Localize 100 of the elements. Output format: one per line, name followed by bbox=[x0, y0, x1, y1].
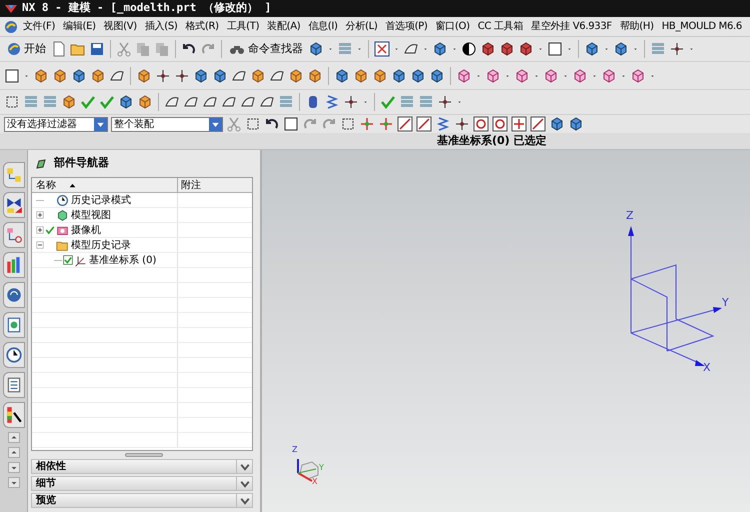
tree-item[interactable]: 历史记录模式 bbox=[71, 192, 131, 208]
checkbox-icon[interactable] bbox=[63, 255, 73, 265]
expand-toggle-icon[interactable] bbox=[36, 211, 44, 219]
menu-item[interactable]: 星空外挂 V6.933F bbox=[528, 19, 615, 34]
dropdown-field[interactable]: 整个装配 bbox=[111, 116, 223, 132]
cube-icon[interactable] bbox=[514, 68, 530, 84]
scroll-down-button[interactable] bbox=[8, 462, 20, 473]
check-icon[interactable] bbox=[380, 94, 396, 110]
menu-item[interactable]: 视图(V) bbox=[100, 19, 140, 34]
point-icon[interactable] bbox=[155, 68, 171, 84]
square-icon[interactable] bbox=[547, 41, 563, 57]
circle-icon[interactable] bbox=[473, 116, 489, 132]
check-icon[interactable] bbox=[80, 94, 96, 110]
tree-item[interactable]: 摄像机 bbox=[71, 222, 101, 238]
point-icon[interactable] bbox=[454, 116, 470, 132]
collapsible-panel-header[interactable]: 细节 bbox=[31, 476, 253, 491]
cube-icon[interactable] bbox=[480, 41, 496, 57]
tree-item[interactable]: 模型历史记录 bbox=[71, 238, 131, 252]
tree-item[interactable]: 模型视图 bbox=[71, 208, 111, 222]
menu-item[interactable]: 首选项(P) bbox=[382, 19, 431, 34]
check-icon[interactable] bbox=[45, 225, 55, 235]
cube-icon[interactable] bbox=[193, 68, 209, 84]
history-page-tab[interactable] bbox=[2, 312, 24, 338]
selection-box-icon[interactable] bbox=[340, 116, 356, 132]
constraint-navigator-tab[interactable] bbox=[2, 192, 24, 218]
cube-icon[interactable] bbox=[391, 68, 407, 84]
cube-icon[interactable] bbox=[212, 68, 228, 84]
scroll-bottom-button[interactable] bbox=[8, 477, 20, 488]
spectrum-tab[interactable] bbox=[2, 402, 24, 428]
cube-icon[interactable] bbox=[90, 68, 106, 84]
menu-item[interactable]: 插入(S) bbox=[142, 19, 180, 34]
cube-icon[interactable] bbox=[118, 94, 134, 110]
cube-icon[interactable] bbox=[630, 68, 646, 84]
cube-icon[interactable] bbox=[429, 68, 445, 84]
line-icon[interactable] bbox=[397, 116, 413, 132]
cube-icon[interactable] bbox=[543, 68, 559, 84]
spring-icon[interactable] bbox=[324, 94, 340, 110]
start-button[interactable]: 开始 bbox=[4, 39, 48, 59]
menu-item[interactable]: 分析(L) bbox=[342, 19, 380, 34]
cube-icon[interactable] bbox=[432, 41, 448, 57]
snap-points-icon[interactable] bbox=[378, 116, 394, 132]
cube-icon[interactable] bbox=[136, 68, 152, 84]
menu-item[interactable]: 格式(R) bbox=[182, 19, 222, 34]
cube-icon[interactable] bbox=[372, 68, 388, 84]
cube-icon[interactable] bbox=[584, 41, 600, 57]
cube-icon[interactable] bbox=[613, 41, 629, 57]
cube-icon[interactable] bbox=[137, 94, 153, 110]
part-navigator-tab[interactable] bbox=[2, 222, 24, 248]
cube-icon[interactable] bbox=[52, 68, 68, 84]
cube-icon[interactable] bbox=[334, 68, 350, 84]
cube-icon[interactable] bbox=[71, 68, 87, 84]
circle-icon[interactable] bbox=[492, 116, 508, 132]
cube-icon[interactable] bbox=[568, 116, 584, 132]
cube-icon[interactable] bbox=[61, 94, 77, 110]
column-header[interactable]: 附注 bbox=[178, 178, 252, 192]
cube-icon[interactable] bbox=[33, 68, 49, 84]
tree-item[interactable]: 基准坐标系 (0) bbox=[89, 252, 156, 268]
cube-icon[interactable] bbox=[250, 68, 266, 84]
square-icon[interactable] bbox=[4, 68, 20, 84]
line-icon[interactable] bbox=[416, 116, 432, 132]
check-icon[interactable] bbox=[99, 94, 115, 110]
collapse-toggle-icon[interactable] bbox=[36, 241, 44, 249]
clock-tab[interactable] bbox=[2, 342, 24, 368]
cube-icon[interactable] bbox=[549, 116, 565, 132]
scroll-up-button[interactable] bbox=[8, 447, 20, 458]
cube-icon[interactable] bbox=[288, 68, 304, 84]
fit-view-icon[interactable] bbox=[374, 41, 390, 57]
expand-toggle-icon[interactable] bbox=[36, 226, 44, 234]
point-icon[interactable] bbox=[343, 94, 359, 110]
line-icon[interactable] bbox=[530, 116, 546, 132]
menu-item[interactable]: CC 工具箱 bbox=[474, 19, 526, 34]
shaded-circle-icon[interactable] bbox=[461, 41, 477, 57]
graphics-viewport[interactable]: Z Y X Z Y X bbox=[262, 150, 750, 512]
menu-item[interactable]: 工具(T) bbox=[224, 19, 262, 34]
splitter-handle[interactable] bbox=[125, 453, 163, 457]
column-header[interactable]: 名称 bbox=[32, 178, 178, 192]
document-icon[interactable] bbox=[51, 41, 67, 57]
menu-item[interactable]: 信息(I) bbox=[305, 19, 341, 34]
spring-icon[interactable] bbox=[435, 116, 451, 132]
menu-item[interactable]: 窗口(O) bbox=[432, 19, 473, 34]
cube-icon[interactable] bbox=[456, 68, 472, 84]
list-page-tab[interactable] bbox=[2, 372, 24, 398]
point-icon[interactable] bbox=[437, 94, 453, 110]
collapsible-panel-header[interactable]: 预览 bbox=[31, 493, 253, 508]
scroll-top-button[interactable] bbox=[8, 432, 20, 443]
menu-item[interactable]: 编辑(E) bbox=[60, 19, 99, 34]
save-icon[interactable] bbox=[89, 41, 105, 57]
square-icon[interactable] bbox=[283, 116, 299, 132]
cube-icon[interactable] bbox=[518, 41, 534, 57]
cube-icon[interactable] bbox=[485, 68, 501, 84]
selection-box-icon[interactable] bbox=[245, 116, 261, 132]
menu-item[interactable]: 帮助(H) bbox=[616, 19, 657, 34]
selection-box-icon[interactable] bbox=[4, 94, 20, 110]
cube-icon[interactable] bbox=[308, 41, 324, 57]
cube-icon[interactable] bbox=[410, 68, 426, 84]
command-finder-button[interactable]: 命令查找器 bbox=[227, 39, 305, 59]
point-icon[interactable] bbox=[174, 68, 190, 84]
cube-icon[interactable] bbox=[353, 68, 369, 84]
point-icon[interactable] bbox=[669, 41, 685, 57]
cube-icon[interactable] bbox=[601, 68, 617, 84]
